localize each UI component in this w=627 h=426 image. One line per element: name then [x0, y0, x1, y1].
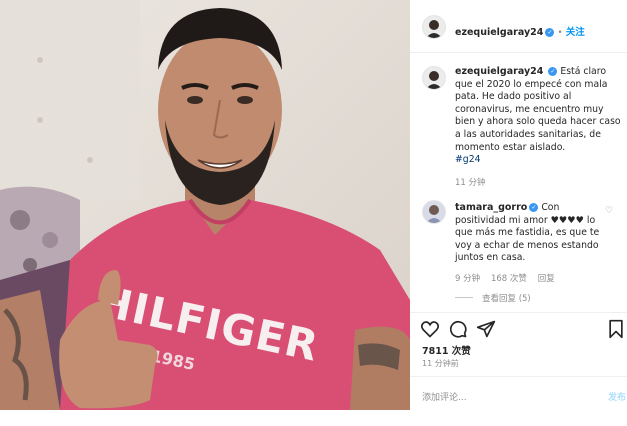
- share-icon[interactable]: [476, 319, 496, 339]
- replies-line: [455, 297, 473, 298]
- caption-time: 11 分钟: [455, 177, 486, 188]
- post-caption: ezequielgaray24 ✓ Está claro que el 2020 …: [455, 66, 623, 189]
- commenter-avatar[interactable]: [422, 200, 446, 224]
- comment-meta: 9 分钟 168 次赞 回复: [455, 273, 605, 286]
- follow-button[interactable]: 关注: [566, 27, 585, 38]
- comment-item: tamara_gorro ✓ Con positividad mi amor ♥♥…: [455, 202, 605, 286]
- hashtag-link[interactable]: #g24: [455, 154, 481, 165]
- likes-count[interactable]: 7811 次赞: [422, 343, 471, 357]
- caption-verified-icon: ✓: [548, 67, 558, 76]
- add-comment-bar: 添加评论... 发布: [410, 376, 627, 415]
- separator-dot: •: [557, 28, 563, 38]
- heart-icon[interactable]: [420, 319, 440, 339]
- post-header: ezequielgaray24 ✓ • 关注: [410, 0, 627, 53]
- photo-bottom-margin: [0, 410, 410, 426]
- comment-time: 9 分钟: [455, 273, 481, 284]
- photo-illustration: HILFIGER NY 1985: [0, 0, 410, 410]
- comment-likes[interactable]: 168 次赞: [491, 274, 527, 284]
- verified-badge-icon: ✓: [545, 28, 555, 37]
- post-side-panel: ezequielgaray24 ✓ • 关注 ezequielgaray24 ✓ Est…: [410, 0, 627, 426]
- comment-icon[interactable]: [448, 319, 468, 339]
- caption-avatar[interactable]: [422, 66, 446, 90]
- author-avatar[interactable]: [422, 15, 446, 39]
- post-time-ago: 11 分钟前: [422, 359, 459, 368]
- caption-username[interactable]: ezequielgaray24: [455, 66, 543, 77]
- post-comment-button[interactable]: 发布: [608, 390, 626, 403]
- view-replies-label: 查看回复 (5): [482, 294, 531, 304]
- comment-input[interactable]: 添加评论...: [422, 390, 467, 403]
- view-replies-button[interactable]: 查看回复 (5): [455, 292, 531, 304]
- bookmark-icon[interactable]: [606, 319, 626, 339]
- comment-reply-button[interactable]: 回复: [538, 274, 555, 284]
- commenter-username[interactable]: tamara_gorro: [455, 202, 527, 213]
- comment-like-heart-icon[interactable]: ♡: [605, 206, 613, 216]
- post-photo[interactable]: HILFIGER NY 1985: [0, 0, 410, 410]
- header-title-row: ezequielgaray24 ✓ • 关注: [455, 20, 585, 39]
- author-username[interactable]: ezequielgaray24: [455, 27, 543, 38]
- commenter-verified-icon: ✓: [529, 203, 539, 212]
- caption-text: Está claro que el 2020 lo empecé con mal…: [455, 66, 621, 153]
